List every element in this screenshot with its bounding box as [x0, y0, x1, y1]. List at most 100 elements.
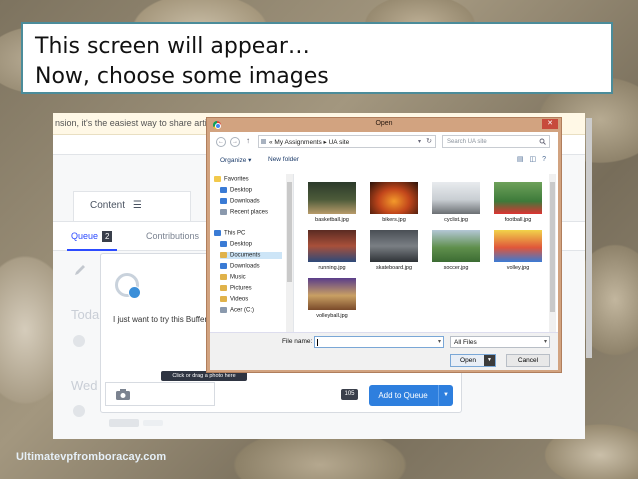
download-icon — [220, 263, 227, 269]
preview-pane-icon[interactable]: ◫ — [529, 156, 542, 163]
recent-icon — [220, 209, 227, 215]
camera-icon[interactable] — [116, 389, 130, 400]
file-item[interactable]: volleyball.jpg — [306, 278, 358, 322]
file-item[interactable]: volley.jpg — [492, 230, 544, 274]
file-item[interactable]: bikers.jpg — [368, 182, 420, 226]
nav-item-label: Desktop — [230, 241, 253, 248]
nav-item-label: Favorites — [224, 176, 249, 183]
cancel-button[interactable]: Cancel — [506, 354, 550, 367]
open-file-dialog: Open ✕ ← → ↑ « My Assignments ▸ UA site … — [206, 117, 562, 373]
nav-item-this-pc[interactable]: This PC — [214, 230, 245, 237]
avatar-placeholder — [73, 335, 85, 347]
nav-item-music[interactable]: Music — [220, 274, 246, 281]
file-name-input[interactable]: ▾ — [314, 336, 444, 348]
content-tab-label: Content — [90, 200, 126, 211]
star-icon — [214, 176, 221, 182]
wednesday-heading: Wed — [71, 378, 98, 393]
refresh-icon[interactable]: ↻ — [426, 137, 432, 145]
new-folder-button[interactable]: New folder — [268, 156, 299, 163]
search-placeholder: Search UA site — [447, 139, 487, 145]
nav-item-label: Videos — [230, 296, 249, 303]
nav-item-label: Downloads — [230, 263, 260, 270]
open-button[interactable]: Open ▼ — [450, 354, 496, 367]
file-name: cyclist.jpg — [444, 217, 468, 223]
chevron-down-icon[interactable]: ▾ — [544, 338, 547, 345]
page-scrollbar[interactable] — [586, 118, 592, 358]
chevron-down-icon[interactable]: ▾ — [438, 338, 441, 345]
nav-pane-scrollbar[interactable] — [286, 174, 293, 334]
content-tab[interactable]: Content ☰ — [73, 191, 191, 221]
desktop-icon — [220, 187, 227, 193]
open-button-label: Open — [460, 357, 476, 364]
profile-avatar[interactable] — [115, 273, 141, 299]
dialog-toolbar: Organize ▾ New folder ▤◫? — [210, 154, 558, 167]
queue-count-badge: 2 — [102, 231, 113, 242]
image-thumbnail — [308, 278, 356, 310]
file-name: soccer.jpg — [443, 265, 469, 271]
add-to-queue-button[interactable]: Add to Queue ▼ — [369, 385, 453, 406]
dialog-titlebar[interactable]: Open ✕ — [207, 118, 561, 132]
up-arrow-icon[interactable]: ↑ — [246, 136, 250, 145]
download-icon — [220, 198, 227, 204]
photo-drop-zone[interactable] — [105, 382, 215, 406]
file-grid-scrollbar[interactable] — [549, 174, 556, 334]
image-thumbnail — [370, 230, 418, 262]
nav-item-recent-places[interactable]: Recent places — [220, 209, 268, 216]
tab-contributions[interactable]: Contributions — [146, 231, 199, 241]
image-thumbnail — [494, 230, 542, 262]
file-type-select[interactable]: All Files ▾ — [450, 336, 550, 348]
tab-queue-label: Queue — [71, 231, 99, 241]
nav-item-label: Downloads — [230, 198, 260, 205]
nav-item-downloads[interactable]: Downloads — [220, 263, 260, 270]
search-input[interactable]: Search UA site — [442, 135, 550, 148]
file-item[interactable]: basketball.jpg — [306, 182, 358, 226]
text-caret — [317, 339, 318, 346]
view-options-icon[interactable]: ▤ — [517, 156, 530, 163]
nav-item-label: Desktop — [230, 187, 253, 194]
back-arrow-icon[interactable]: ← — [216, 137, 226, 147]
stack-icon: ☰ — [132, 200, 142, 211]
footer-url: Ultimatevpfromboracay.com — [16, 451, 167, 463]
composer-text[interactable]: I just want to try this Buffer — [113, 315, 207, 324]
nav-item-downloads[interactable]: Downloads — [220, 198, 260, 205]
chevron-down-icon[interactable]: ▼ — [438, 385, 453, 406]
nav-item-desktop[interactable]: Desktop — [220, 241, 252, 248]
nav-item-desktop[interactable]: Desktop — [220, 187, 252, 194]
chevron-down-icon[interactable]: ▼ — [484, 355, 495, 366]
file-name: basketball.jpg — [315, 217, 349, 223]
nav-item-videos[interactable]: Videos — [220, 296, 248, 303]
forward-arrow-icon[interactable]: → — [230, 137, 240, 147]
nav-item-label: Music — [230, 274, 246, 281]
image-thumbnail — [370, 182, 418, 214]
nav-item-label: Acer (C:) — [230, 307, 254, 314]
pencil-icon[interactable] — [73, 263, 87, 277]
documents-icon — [220, 252, 227, 258]
pictures-icon — [220, 285, 227, 291]
address-bar[interactable]: « My Assignments ▸ UA site ▾ ↻ — [258, 135, 436, 148]
buffer-badge-text — [143, 420, 163, 426]
file-item[interactable]: skateboard.jpg — [368, 230, 420, 274]
file-item[interactable]: cyclist.jpg — [430, 182, 482, 226]
dialog-body: ← → ↑ « My Assignments ▸ UA site ▾ ↻ Sea… — [210, 132, 558, 370]
close-button[interactable]: ✕ — [542, 119, 558, 129]
slide-title-line-2: Now, choose some images — [35, 64, 329, 89]
nav-item-documents[interactable]: Documents — [220, 252, 282, 259]
file-name: bikers.jpg — [382, 217, 406, 223]
image-thumbnail — [432, 182, 480, 214]
image-thumbnail — [494, 182, 542, 214]
nav-item-favorites[interactable]: Favorites — [214, 176, 249, 183]
nav-item-label: This PC — [224, 230, 246, 237]
music-icon — [220, 274, 227, 280]
search-icon[interactable] — [539, 138, 546, 145]
chevron-down-icon[interactable]: ▾ — [418, 138, 421, 145]
nav-item-acer-c[interactable]: Acer (C:) — [220, 307, 254, 314]
file-item[interactable]: running.jpg — [306, 230, 358, 274]
organize-button[interactable]: Organize ▾ — [220, 156, 251, 164]
help-icon[interactable]: ? — [542, 156, 552, 163]
buffer-badge — [109, 419, 139, 427]
file-item[interactable]: football.jpg — [492, 182, 544, 226]
file-item[interactable]: soccer.jpg — [430, 230, 482, 274]
nav-item-label: Documents — [230, 252, 261, 259]
tab-queue[interactable]: Queue 2 — [71, 231, 113, 242]
nav-item-pictures[interactable]: Pictures — [220, 285, 252, 292]
